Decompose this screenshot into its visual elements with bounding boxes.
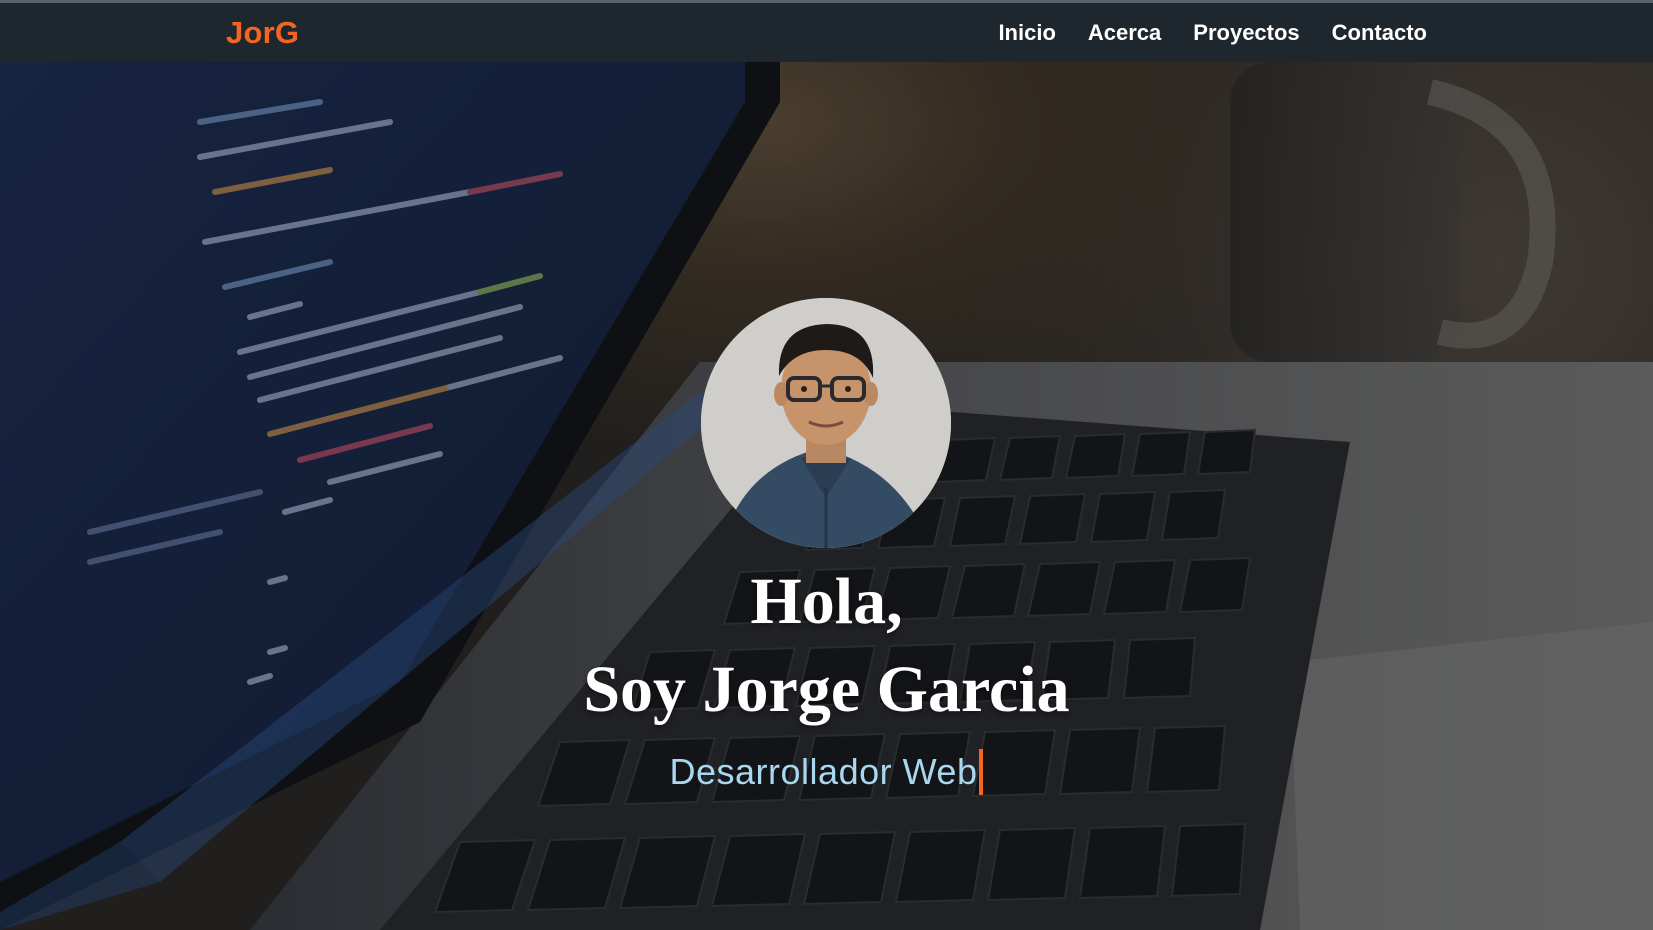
greeting-line-1: Hola, bbox=[750, 565, 903, 638]
hero-greeting: Hola, Soy Jorge Garcia bbox=[0, 558, 1653, 734]
hero-role: Desarrollador Web bbox=[0, 748, 1653, 796]
profile-photo-icon bbox=[701, 298, 951, 548]
nav-links: Inicio Acerca Proyectos Contacto bbox=[998, 20, 1427, 46]
navbar: JorG Inicio Acerca Proyectos Contacto bbox=[0, 0, 1653, 62]
role-text: Desarrollador Web bbox=[669, 751, 978, 793]
greeting-line-2: Soy Jorge Garcia bbox=[583, 653, 1070, 726]
nav-link-proyectos[interactable]: Proyectos bbox=[1193, 20, 1299, 46]
brand-logo[interactable]: JorG bbox=[226, 15, 299, 51]
nav-link-contacto[interactable]: Contacto bbox=[1332, 20, 1427, 46]
nav-link-inicio[interactable]: Inicio bbox=[998, 20, 1055, 46]
nav-link-acerca[interactable]: Acerca bbox=[1088, 20, 1161, 46]
hero-content: Hola, Soy Jorge Garcia Desarrollador Web bbox=[0, 62, 1653, 930]
profile-avatar bbox=[701, 298, 951, 548]
page: JorG Inicio Acerca Proyectos Contacto Ho… bbox=[0, 0, 1653, 930]
typing-caret bbox=[979, 749, 984, 796]
hero-section: Hola, Soy Jorge Garcia Desarrollador Web bbox=[0, 62, 1653, 930]
